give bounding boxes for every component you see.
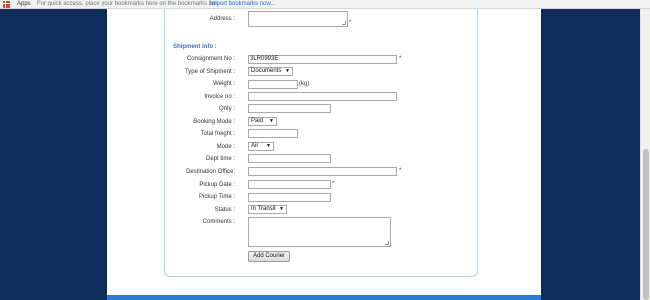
status-label: Status :: [214, 207, 235, 213]
destination-office-required-mark: *: [399, 168, 402, 174]
type-of-shipment-value: Documents: [251, 68, 282, 74]
mode-select[interactable]: Air ▼: [248, 142, 274, 151]
booking-mode-select[interactable]: Paid ▼: [248, 117, 277, 126]
status-value: In Transit: [251, 206, 276, 212]
mode-value: Air: [251, 143, 259, 149]
consignment-required-mark: *: [399, 56, 402, 62]
scrollbar-thumb[interactable]: [643, 149, 649, 300]
comments-label: Comments :: [202, 219, 235, 225]
total-freight-input[interactable]: [248, 129, 298, 138]
vertical-scrollbar[interactable]: [640, 9, 650, 300]
address-label: Address :: [209, 16, 235, 22]
booking-mode-label: Booking Mode :: [193, 119, 235, 125]
pickup-date-label: Pickup Date :: [199, 182, 235, 188]
pickup-date-required-mark: *: [332, 181, 335, 187]
add-courier-button[interactable]: Add Courier: [248, 251, 290, 262]
dropdown-arrow-icon: ▼: [266, 143, 271, 149]
type-of-shipment-label: Type of Shipment :: [184, 69, 235, 75]
apps-grid-icon[interactable]: [3, 1, 10, 8]
destination-office-input[interactable]: [248, 167, 397, 176]
consignment-label: Consignment No :: [186, 56, 235, 62]
bookmarks-bar: Apps For quick access, place your bookma…: [0, 0, 650, 9]
pickup-date-input[interactable]: [248, 180, 331, 189]
booking-mode-value: Paid: [251, 118, 264, 124]
qnty-label: Qnty :: [218, 106, 235, 112]
type-of-shipment-select[interactable]: Documents ▼: [248, 67, 293, 76]
destination-office-label: Destination Office:: [186, 169, 235, 175]
invoice-input[interactable]: [248, 92, 397, 101]
section-title-shipment-info: Shipment info :: [173, 44, 217, 50]
qnty-input[interactable]: [248, 104, 331, 113]
mode-label: Mode :: [216, 144, 235, 150]
resize-handle-icon[interactable]: [342, 21, 346, 25]
address-required-mark: *: [349, 20, 352, 26]
bookmarks-hint: For quick access, place your bookmarks h…: [37, 1, 219, 7]
footer-bar: [107, 295, 541, 300]
dropdown-arrow-icon: ▼: [269, 118, 274, 124]
status-select[interactable]: In Transit ▼: [248, 205, 287, 214]
total-freight-label: Total freight :: [200, 131, 235, 137]
consignment-input[interactable]: 3LR0993E: [248, 55, 397, 64]
dept-time-label: Dept time :: [205, 156, 235, 162]
pickup-time-input[interactable]: [248, 193, 331, 202]
address-textarea[interactable]: [248, 11, 348, 27]
weight-unit: (kg): [299, 81, 310, 87]
dropdown-arrow-icon: ▼: [279, 206, 284, 212]
weight-label: Weight :: [213, 81, 235, 87]
apps-label[interactable]: Apps: [17, 1, 31, 7]
weight-input[interactable]: [248, 80, 298, 89]
pickup-time-label: Pickup Time :: [198, 194, 235, 200]
dropdown-arrow-icon: ▼: [285, 68, 290, 74]
import-bookmarks-link[interactable]: Import bookmarks now...: [210, 1, 275, 7]
comments-textarea[interactable]: [248, 217, 391, 247]
resize-handle-icon[interactable]: [385, 241, 389, 245]
dept-time-input[interactable]: [248, 154, 331, 163]
invoice-label: Invoice no :: [204, 94, 235, 100]
